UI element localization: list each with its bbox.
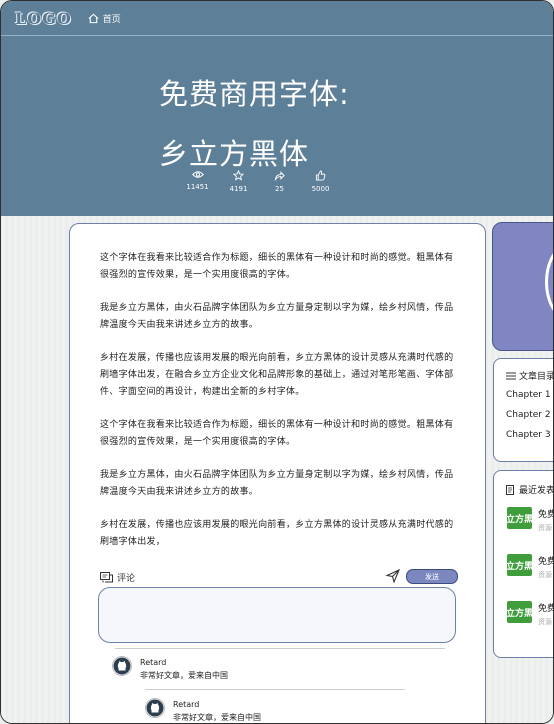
comment-header: 评论 发送 <box>100 569 458 585</box>
stat-views: 11451 <box>177 170 218 193</box>
browser-frame: LOGO 首页 免费商用字体: 乡立方黑体 11451 4191 25 5000… <box>0 0 554 724</box>
recent-item-subtitle: 资源 <box>538 524 552 532</box>
article-paragraph: 我是乡立方黑体，由火石品牌字体团队为乡立方量身定制以字为媒，绘乡村风情，传品牌温… <box>100 303 454 330</box>
recent-item-title: 免费 <box>538 510 553 520</box>
article-paragraph: 乡村在发展，传播也应该用发展的眼光向前看，乡立方黑体的设计灵感从充满时代感的刷墙… <box>100 520 454 547</box>
share-icon <box>274 171 285 181</box>
recent-header: 最近发表 <box>506 483 554 496</box>
github-icon <box>113 657 131 675</box>
article-paragraph: 我是乡立方黑体，由火石品牌字体团队为乡立方量身定制以字为媒，绘乡村风情，传品牌温… <box>100 470 454 497</box>
recent-posts: 最近发表 立方黑 免费 资源 立方黑 免费 资源 立方黑 免费 资源 <box>493 470 554 658</box>
recent-item[interactable]: 立方黑 免费 资源 <box>507 507 553 533</box>
stat-stars[interactable]: 4191 <box>218 170 259 193</box>
star-icon <box>233 170 244 181</box>
comment-text: 非常好文章，爱来自中国 <box>140 671 228 680</box>
send-button[interactable]: 发送 <box>406 569 458 584</box>
comment-text: 非常好文章，爱来自中国 <box>173 713 261 722</box>
recent-title: 最近发表 <box>519 486 554 496</box>
toc-item[interactable]: Chapter 1 <box>506 390 551 400</box>
article-card: 这个字体在我看来比较适合作为标题，细长的黑体有一种设计和时尚的感觉。粗黑体有很强… <box>69 223 486 723</box>
thumbs-up-icon <box>315 170 326 181</box>
comment-icon <box>100 571 113 582</box>
recent-thumbnail: 立方黑 <box>507 507 532 529</box>
post-stats: 11451 4191 25 5000 <box>177 170 341 193</box>
comment-input[interactable] <box>98 587 456 643</box>
stat-likes-value: 5000 <box>311 185 330 193</box>
comment-item: Retard 非常好文章，爱来自中国 <box>112 656 228 682</box>
toc-title: 文章目录 <box>519 372 554 382</box>
divider <box>145 689 405 690</box>
avatar[interactable] <box>145 698 165 718</box>
send-icon[interactable] <box>386 569 400 583</box>
recent-item-subtitle: 资源 <box>538 618 552 626</box>
top-nav-bar: LOGO 首页 <box>1 1 553 36</box>
page-title: 免费商用字体: 乡立方黑体 <box>159 64 350 184</box>
divider <box>115 648 445 649</box>
stat-shares[interactable]: 25 <box>259 170 300 193</box>
stat-stars-value: 4191 <box>229 185 248 193</box>
recent-item-title: 免费 <box>538 604 553 614</box>
list-icon <box>506 372 516 379</box>
stat-likes[interactable]: 5000 <box>300 170 341 193</box>
avatar[interactable] <box>112 656 132 676</box>
recent-thumbnail: 立方黑 <box>507 601 532 623</box>
table-of-contents: 文章目录 Chapter 1 Chapter 2 Chapter 3 <box>493 358 554 462</box>
stat-shares-value: 25 <box>275 185 284 193</box>
recent-item[interactable]: 立方黑 免费 资源 <box>507 601 553 627</box>
comment-user: Retard <box>140 658 167 667</box>
recent-item-title: 免费 <box>538 557 553 567</box>
home-icon <box>88 13 99 23</box>
eye-icon <box>191 171 204 178</box>
comment-user: Retard <box>173 700 200 709</box>
toc-item[interactable]: Chapter 2 <box>506 410 551 420</box>
article-paragraph: 乡村在发展，传播也应该用发展的眼光向前看，乡立方黑体的设计灵感从充满时代感的刷墙… <box>100 353 454 397</box>
nav-home-link[interactable]: 首页 <box>88 12 121 25</box>
article-body: 这个字体在我看来比较适合作为标题，细长的黑体有一种设计和时尚的感觉。粗黑体有很强… <box>100 250 456 567</box>
recent-item[interactable]: 立方黑 免费 资源 <box>507 554 553 580</box>
document-icon <box>506 484 514 495</box>
comment-item: Retard 非常好文章，爱来自中国 <box>145 698 261 723</box>
title-line-1: 免费商用字体: <box>159 77 350 111</box>
nav-home-label: 首页 <box>102 14 121 25</box>
github-icon <box>146 699 164 717</box>
logo[interactable]: LOGO <box>15 9 72 28</box>
hero-banner: 免费商用字体: 乡立方黑体 11451 4191 25 5000 <box>1 36 553 216</box>
toc-header: 文章目录 <box>506 369 554 382</box>
stat-views-value: 11451 <box>186 183 209 191</box>
comment-header-label: 评论 <box>117 573 136 584</box>
article-paragraph: 这个字体在我看来比较适合作为标题，细长的黑体有一种设计和时尚的感觉。粗黑体有很强… <box>100 420 454 447</box>
recent-item-subtitle: 资源 <box>538 571 552 579</box>
recent-thumbnail: 立方黑 <box>507 554 532 576</box>
toc-item[interactable]: Chapter 3 <box>506 430 551 440</box>
article-paragraph: 这个字体在我看来比较适合作为标题，细长的黑体有一种设计和时尚的感觉。粗黑体有很强… <box>100 253 454 280</box>
